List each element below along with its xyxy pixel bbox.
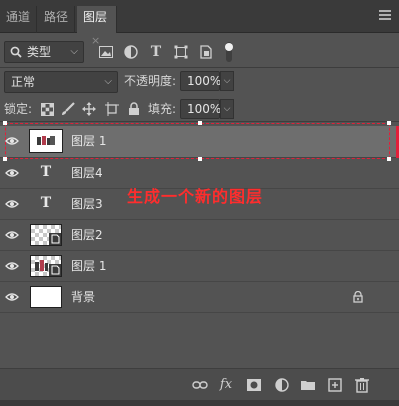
selection-highlight	[5, 123, 390, 159]
adjustment-icon[interactable]	[274, 377, 290, 393]
fill-value: 100%	[187, 102, 222, 116]
layer-row-background[interactable]: 背景	[0, 282, 399, 313]
visibility-eye-icon[interactable]	[5, 230, 19, 240]
opacity-dropdown-button[interactable]: ⌵	[220, 71, 234, 91]
lock-artboard-icon[interactable]	[103, 100, 121, 118]
selection-handle	[387, 157, 391, 161]
new-layer-icon[interactable]	[327, 377, 343, 393]
trash-icon[interactable]	[354, 377, 370, 393]
fill-field[interactable]: 100%	[180, 99, 222, 119]
filter-type-label: 类型	[27, 45, 52, 59]
mask-icon[interactable]	[246, 377, 262, 393]
selection-handle	[198, 157, 202, 161]
tab-paths-label: 路径	[44, 10, 69, 24]
tab-channels[interactable]: 通道	[0, 6, 38, 33]
lock-icon[interactable]	[352, 291, 364, 303]
panel-bottom-edge	[0, 400, 399, 406]
selection-handle	[198, 121, 202, 125]
opacity-value: 100%	[187, 74, 222, 88]
chevron-down-icon: ⌵	[70, 46, 78, 57]
layer-name[interactable]: 图层4	[71, 158, 103, 189]
lock-position-icon[interactable]	[80, 100, 98, 118]
layer-name[interactable]: 图层 1	[71, 251, 106, 282]
annotation-text: 生成一个新的图层	[127, 187, 264, 206]
fill-label: 填充:	[148, 102, 177, 116]
layer-row-image[interactable]: 图层2	[0, 220, 399, 251]
search-icon	[10, 46, 22, 58]
pixel-filter-icon[interactable]	[97, 43, 115, 61]
layers-footer: fx	[0, 368, 399, 400]
visibility-eye-icon[interactable]	[5, 168, 19, 178]
selection-handle	[3, 121, 7, 125]
smart-object-badge-icon	[49, 264, 61, 276]
panel-tab-bar: 通道 路径 图层×	[0, 0, 399, 47]
text-layer-icon: T	[40, 195, 52, 211]
visibility-eye-icon[interactable]	[5, 292, 19, 302]
tab-channels-label: 通道	[6, 10, 31, 24]
visibility-eye-icon[interactable]	[5, 199, 19, 209]
fill-dropdown-button[interactable]: ⌵	[220, 99, 234, 119]
lock-row: 锁定: 填充: 100% ⌵	[0, 98, 399, 120]
blend-mode-label: 正常	[11, 75, 36, 89]
folder-icon[interactable]	[300, 377, 316, 393]
chevron-down-icon: ⌵	[104, 76, 112, 87]
filter-toggle-icon[interactable]	[222, 41, 236, 63]
fx-icon[interactable]: fx	[218, 377, 234, 393]
opacity-field[interactable]: 100%	[180, 71, 222, 91]
visibility-eye-icon[interactable]	[5, 261, 19, 271]
panel-menu-icon[interactable]	[379, 10, 391, 22]
selection-handle	[387, 121, 391, 125]
tab-layers[interactable]: 图层×	[77, 6, 117, 47]
layer-name[interactable]: 图层3	[71, 189, 103, 220]
blend-row: 正常 ⌵ 不透明度: 100% ⌵	[0, 70, 399, 94]
smart-object-filter-icon[interactable]	[197, 43, 215, 61]
selection-handle	[3, 157, 7, 161]
link-icon[interactable]	[192, 377, 208, 393]
lock-all-icon[interactable]	[125, 100, 143, 118]
layer-row-image[interactable]: 图层 1	[0, 251, 399, 282]
filter-row: 类型 ⌵ T	[0, 38, 399, 66]
opacity-label: 不透明度:	[124, 74, 177, 88]
lock-label: 锁定:	[4, 102, 33, 116]
fx-label: fx	[219, 377, 233, 392]
smart-object-badge-icon	[49, 233, 61, 245]
chevron-down-icon: ⌵	[223, 76, 231, 86]
type-filter-icon[interactable]: T	[147, 43, 165, 61]
blend-mode-select[interactable]: 正常 ⌵	[4, 71, 118, 93]
layer-name[interactable]: 图层2	[71, 220, 103, 251]
tab-paths[interactable]: 路径	[38, 6, 76, 33]
text-layer-icon: T	[40, 164, 52, 180]
tab-layers-label: 图层	[83, 10, 108, 24]
chevron-down-icon: ⌵	[223, 104, 231, 114]
layer-thumbnail	[30, 286, 62, 308]
shape-filter-icon[interactable]	[172, 43, 190, 61]
filter-type-select[interactable]: 类型 ⌵	[4, 41, 84, 63]
layer-thumbnail	[30, 255, 62, 277]
layer-name[interactable]: 背景	[71, 282, 95, 313]
layer-thumbnail	[30, 224, 62, 246]
divider	[0, 67, 399, 68]
lock-transparent-pixels-icon[interactable]	[38, 100, 56, 118]
adjustment-filter-icon[interactable]	[122, 43, 140, 61]
lock-image-pixels-icon[interactable]	[59, 100, 77, 118]
